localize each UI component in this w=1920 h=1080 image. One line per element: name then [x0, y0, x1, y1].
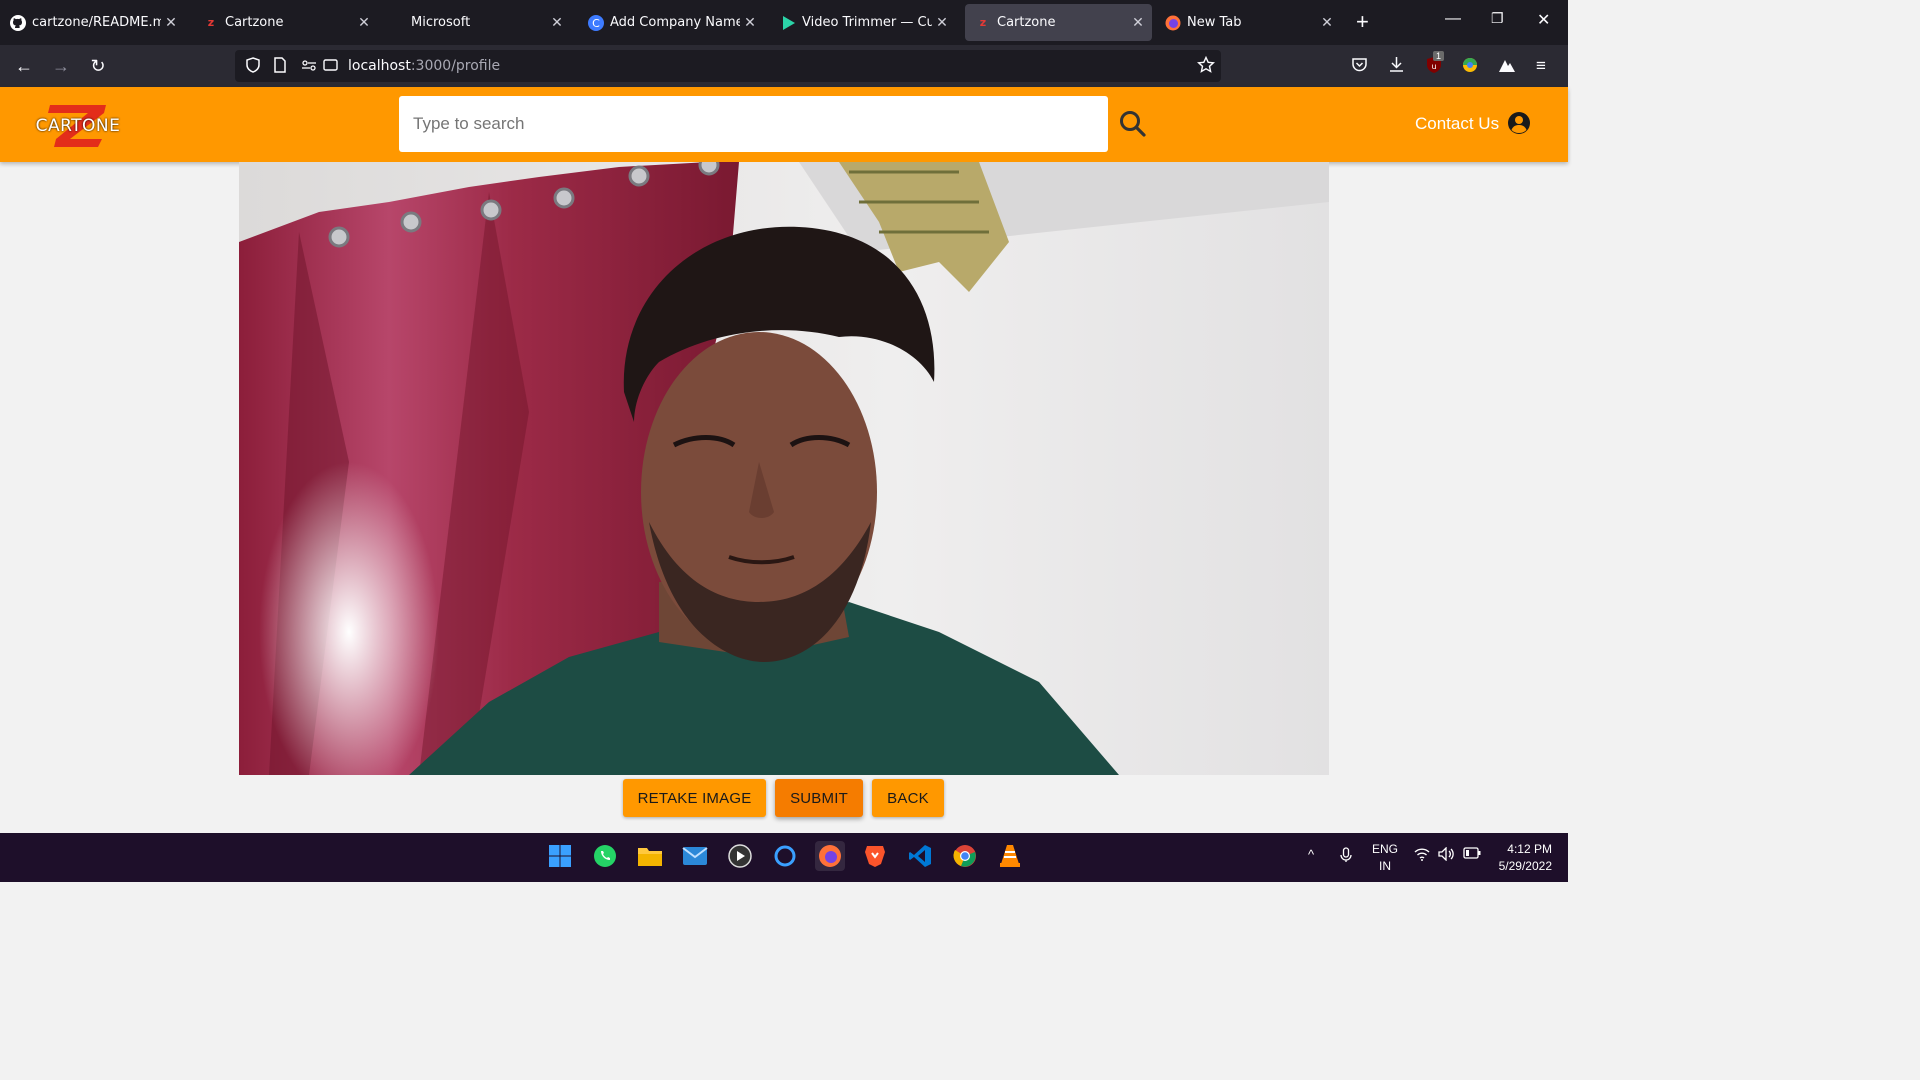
forward-arrow-icon[interactable]: → [49, 54, 73, 78]
cartzone-logo[interactable]: CARTONE [28, 103, 128, 149]
mountain-extension-icon[interactable] [1498, 56, 1516, 78]
menu-hamburger-icon[interactable]: ≡ [1536, 56, 1546, 76]
vscode-icon[interactable] [905, 841, 935, 871]
reload-icon[interactable]: ↻ [86, 54, 110, 78]
tab-github-readme[interactable]: cartzone/README.md at ✕ [0, 4, 185, 41]
tab-cartzone-active[interactable]: z Cartzone ✕ [965, 4, 1152, 41]
tab-video-trimmer[interactable]: Video Trimmer — Cut Vi ✕ [770, 4, 956, 41]
play-icon [780, 15, 796, 31]
canva-icon: C [588, 14, 604, 31]
whatsapp-icon[interactable] [590, 841, 620, 871]
ublock-extension-icon[interactable]: u 1 [1425, 51, 1445, 78]
retake-image-button[interactable]: RETAKE IMAGE [623, 779, 766, 817]
file-explorer-icon[interactable] [635, 841, 665, 871]
firefox-taskbar-icon[interactable] [815, 841, 845, 871]
camera-permission-icon[interactable] [323, 57, 339, 76]
cartzone-icon: z [979, 16, 987, 29]
tab-add-company-name[interactable]: C Add Company Name ✕ [578, 4, 764, 41]
contact-us-link[interactable]: Contact Us [1415, 114, 1499, 134]
google-translate-extension-icon[interactable] [1461, 56, 1479, 78]
language-indicator[interactable]: ENG IN [1372, 841, 1398, 875]
close-tab-icon[interactable]: ✕ [1128, 15, 1148, 31]
windows-start-icon[interactable] [545, 841, 575, 871]
new-tab-icon[interactable]: + [1356, 10, 1369, 34]
microphone-icon[interactable] [1338, 847, 1354, 866]
shield-icon[interactable] [245, 57, 261, 76]
close-tab-icon[interactable]: ✕ [740, 15, 760, 31]
wifi-icon[interactable] [1414, 847, 1430, 864]
svg-text:u: u [1431, 62, 1436, 71]
close-tab-icon[interactable]: ✕ [354, 15, 374, 31]
pocket-icon[interactable] [1351, 56, 1368, 77]
firefox-icon [1165, 15, 1181, 31]
battery-icon[interactable] [1463, 847, 1481, 862]
browser-nav-bar: ← → ↻ localhost:3000/profile u 1 ≡ [0, 45, 1568, 87]
photo-action-bar: RETAKE IMAGE SUBMIT BACK [0, 779, 1568, 817]
close-tab-icon[interactable]: ✕ [547, 15, 567, 31]
cortana-icon[interactable] [770, 841, 800, 871]
minimize-icon[interactable]: — [1445, 10, 1461, 28]
tab-new-tab[interactable]: New Tab ✕ [1155, 4, 1341, 41]
tab-microsoft[interactable]: Microsoft ✕ [379, 4, 571, 41]
download-icon[interactable] [1388, 56, 1405, 77]
github-icon [10, 14, 26, 31]
permissions-icon[interactable] [301, 57, 317, 76]
chrome-icon[interactable] [950, 841, 980, 871]
search-input[interactable] [399, 96, 1108, 152]
captured-webcam-photo [239, 162, 1329, 775]
url-bar[interactable]: localhost:3000/profile [235, 50, 1221, 82]
media-player-icon[interactable] [725, 841, 755, 871]
close-tab-icon[interactable]: ✕ [1317, 15, 1337, 31]
page-icon[interactable] [273, 57, 287, 76]
close-tab-icon[interactable]: ✕ [932, 15, 952, 31]
show-hidden-icons-icon[interactable]: ^ [1308, 847, 1314, 862]
account-icon[interactable] [1507, 111, 1531, 135]
close-window-icon[interactable]: ✕ [1537, 10, 1550, 30]
back-arrow-icon[interactable]: ← [12, 54, 36, 78]
browser-tab-strip: cartzone/README.md at ✕ z Cartzone ✕ Mic… [0, 0, 1568, 45]
tab-cartzone-1[interactable]: z Cartzone ✕ [193, 4, 378, 41]
search-icon[interactable] [1118, 109, 1148, 139]
cartzone-icon: z [207, 16, 215, 29]
restore-icon[interactable]: ❐ [1491, 10, 1504, 27]
extension-badge: 1 [1433, 51, 1445, 61]
mail-icon[interactable] [680, 841, 710, 871]
svg-text:C: C [592, 17, 600, 30]
back-button[interactable]: BACK [872, 779, 944, 817]
url-text[interactable]: localhost:3000/profile [348, 58, 500, 74]
brave-icon[interactable] [860, 841, 890, 871]
bookmark-star-icon[interactable] [1196, 55, 1216, 77]
windows-taskbar: ^ ENG IN 4:12 PM 5/29/2022 [0, 833, 1568, 882]
volume-icon[interactable] [1438, 846, 1456, 864]
submit-button[interactable]: SUBMIT [775, 779, 863, 817]
system-clock[interactable]: 4:12 PM 5/29/2022 [1499, 841, 1552, 875]
app-header: CARTONE Contact Us [0, 87, 1568, 162]
close-tab-icon[interactable]: ✕ [161, 15, 181, 31]
vlc-icon[interactable] [995, 841, 1025, 871]
